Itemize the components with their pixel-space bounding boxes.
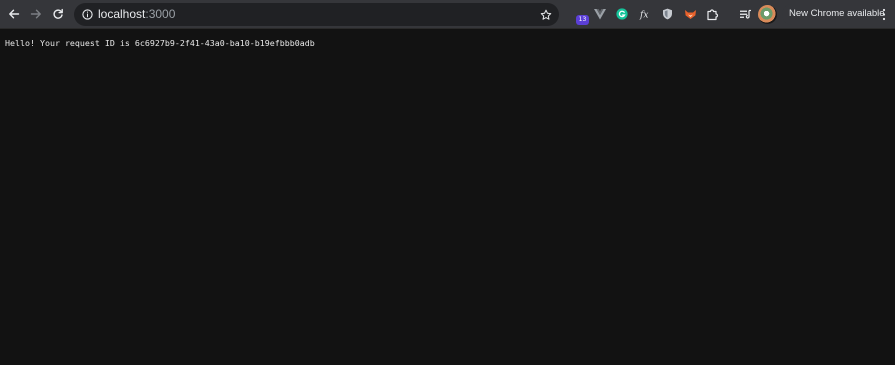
extension-fox-button[interactable] — [682, 6, 698, 22]
page-content: Hello! Your request ID is 6c6927b9-2f41-… — [0, 30, 895, 365]
shield-icon — [662, 8, 672, 20]
reload-icon — [53, 8, 63, 19]
url-port: :3000 — [145, 7, 176, 21]
profile-avatar[interactable] — [758, 5, 777, 24]
svg-text:fx: fx — [639, 11, 648, 21]
extension-badge: 13 — [576, 15, 589, 25]
address-bar[interactable]: localhost:3000 — [74, 3, 559, 26]
reading-list-button[interactable] — [737, 6, 753, 22]
extension-vue-button[interactable] — [592, 6, 608, 22]
extension-fx-button[interactable]: fx — [637, 6, 653, 22]
extensions-menu-button[interactable] — [704, 6, 720, 22]
extension-grammarly-button[interactable] — [614, 6, 630, 22]
vue-icon — [594, 8, 606, 19]
extension-badge-button[interactable]: 13 — [572, 6, 589, 25]
arrow-left-icon — [9, 9, 20, 19]
extension-shield-button[interactable] — [659, 6, 675, 22]
back-button[interactable] — [5, 5, 23, 23]
response-message: Hello! Your request ID is 6c6927b9-2f41-… — [5, 38, 315, 48]
bookmark-button[interactable] — [538, 7, 553, 22]
puzzle-icon — [706, 8, 718, 20]
chrome-update-button[interactable]: New Chrome available — [782, 4, 891, 25]
grammarly-icon — [616, 8, 628, 20]
fx-icon: fx — [639, 11, 648, 21]
arrow-right-icon — [30, 9, 41, 19]
browser-toolbar: localhost:3000 13 fx New Chrome availabl… — [0, 0, 895, 29]
url-text: localhost:3000 — [98, 6, 175, 23]
info-icon — [82, 9, 93, 20]
reading-list-icon — [739, 9, 751, 19]
reload-button[interactable] — [49, 5, 67, 23]
site-info-button[interactable] — [80, 7, 95, 22]
forward-button[interactable] — [27, 5, 45, 23]
star-icon — [540, 9, 551, 20]
fox-icon — [684, 10, 696, 19]
kebab-menu-icon — [882, 8, 886, 21]
url-host: localhost — [98, 7, 146, 21]
update-label: New Chrome available — [789, 8, 885, 19]
